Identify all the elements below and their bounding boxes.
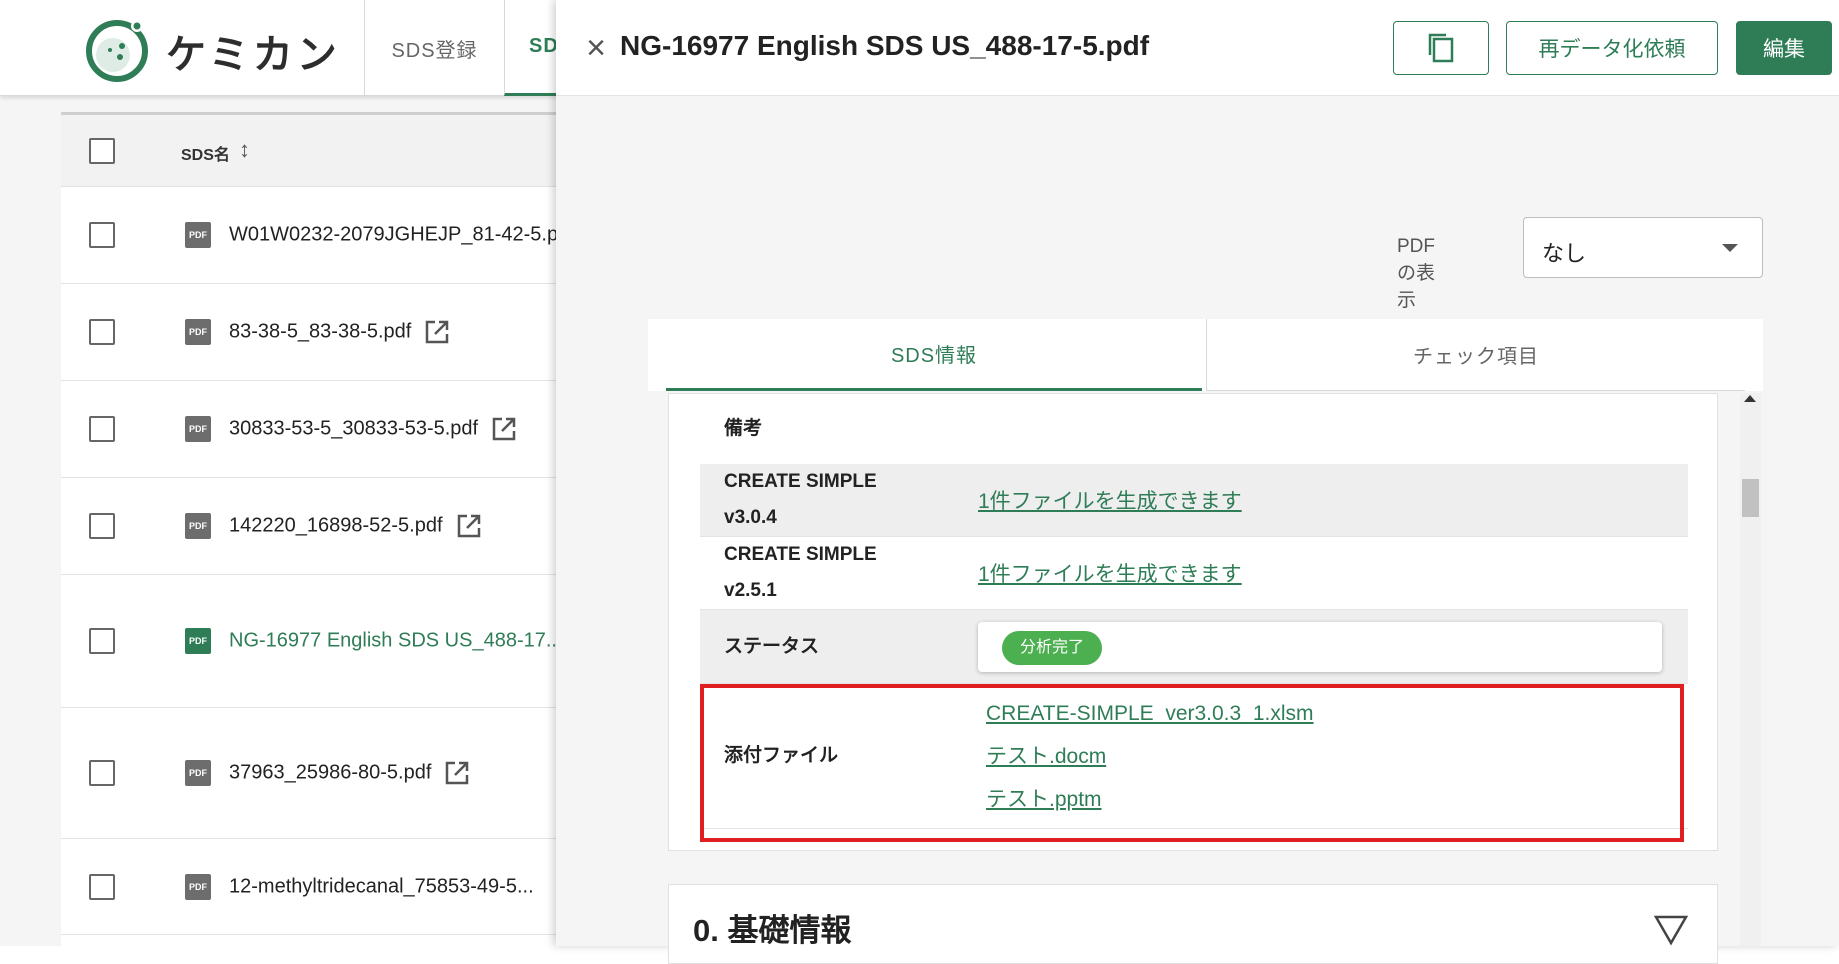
sds-file-name[interactable]: 142220_16898-52-5.pdf: [229, 512, 483, 540]
pdf-file-icon: PDF: [185, 513, 211, 539]
open-external-icon[interactable]: [443, 759, 471, 787]
remarks-label: 備考: [724, 418, 763, 439]
open-external-icon[interactable]: [455, 512, 483, 540]
sds-file-name[interactable]: 83-38-5_83-38-5.pdf: [229, 318, 451, 346]
table-row[interactable]: PDF 37963_25986-80-5.pdf: [61, 708, 556, 839]
sds-file-name-text[interactable]: NG-16977 English SDS US_488-17...: [229, 630, 559, 652]
expand-triangle-icon[interactable]: [1653, 913, 1689, 947]
sds-file-name[interactable]: 12-methyltridecanal_75853-49-5...: [229, 875, 534, 898]
table-header: SDS名 ↕: [61, 115, 556, 187]
pdf-display-label: PDFの表示: [1397, 236, 1436, 311]
basic-info-section: 0. 基礎情報: [668, 884, 1718, 964]
app-header: ケミカン SDS登録 SD: [0, 0, 594, 96]
sds-file-name-text[interactable]: 142220_16898-52-5.pdf: [229, 514, 443, 536]
table-row[interactable]: PDF W01W0232-2079JGHEJP_81-42-5.pdf: [61, 187, 559, 284]
kemikan-logo-icon: [86, 20, 148, 82]
open-external-icon[interactable]: [490, 415, 518, 443]
status-label: ステータス: [724, 635, 820, 657]
remarks-row: 備考: [700, 394, 1688, 464]
create-simple-v304-row: CREATE SIMPLE v3.0.4 1件ファイルを生成できます: [700, 464, 1688, 537]
drawer-title: NG-16977 English SDS US_488-17-5.pdf: [620, 30, 1150, 61]
tab-sds-register[interactable]: SDS登録: [364, 0, 504, 96]
close-button[interactable]: ×: [576, 28, 616, 68]
attachment-list: CREATE-SIMPLE_ver3.0.3_1.xlsm テスト.docm テ…: [986, 692, 1314, 821]
table-row[interactable]: PDF 83-38-5_83-38-5.pdf: [61, 284, 556, 381]
pdf-file-icon: PDF: [185, 222, 211, 248]
attachment-link[interactable]: テスト.pptm: [986, 778, 1314, 821]
attachment-link[interactable]: CREATE-SIMPLE_ver3.0.3_1.xlsm: [986, 692, 1314, 735]
row-checkbox[interactable]: [89, 222, 115, 248]
sds-info-card: 備考 CREATE SIMPLE v3.0.4 1件ファイルを生成できます CR…: [668, 393, 1718, 851]
re-datafication-request-button[interactable]: 再データ化依頼: [1506, 21, 1718, 75]
column-header-sds-name: SDS名: [181, 147, 230, 164]
attachments-row: 添付ファイル CREATE-SIMPLE_ver3.0.3_1.xlsm テスト…: [700, 684, 1688, 829]
sds-list-table: SDS名 ↕ PDF W01W0232-2079JGHEJP_81-42-5.p…: [61, 112, 559, 946]
pdf-file-icon: PDF: [185, 760, 211, 786]
pdf-file-icon: PDF: [185, 319, 211, 345]
scrollbar-thumb[interactable]: [1742, 479, 1759, 517]
attachment-link[interactable]: テスト.docm: [986, 735, 1314, 778]
row-checkbox[interactable]: [89, 873, 115, 900]
sds-file-name-text[interactable]: 83-38-5_83-38-5.pdf: [229, 320, 411, 342]
create-simple-v251-generate-link[interactable]: 1件ファイルを生成できます: [978, 558, 1242, 588]
sort-icon[interactable]: ↕: [239, 137, 250, 163]
row-checkbox[interactable]: [89, 513, 115, 539]
edit-button[interactable]: 編集: [1736, 21, 1832, 75]
sds-file-name[interactable]: 30833-53-5_30833-53-5.pdf: [229, 415, 518, 443]
detail-tabs: SDS情報 チェック項目: [648, 319, 1763, 391]
attachments-label: 添付ファイル: [724, 745, 839, 766]
create-simple-v251-row: CREATE SIMPLE v2.5.1 1件ファイルを生成できます: [700, 537, 1688, 610]
open-external-icon[interactable]: [423, 318, 451, 346]
tab-sds-info[interactable]: SDS情報: [666, 319, 1202, 391]
copy-icon: [1428, 33, 1454, 63]
select-all-checkbox[interactable]: [89, 138, 115, 164]
caret-down-icon: [1722, 244, 1738, 252]
copy-button[interactable]: [1393, 21, 1489, 75]
sds-file-name-text[interactable]: 37963_25986-80-5.pdf: [229, 761, 431, 783]
row-checkbox[interactable]: [89, 416, 115, 442]
pdf-file-icon: PDF: [185, 873, 211, 900]
sds-file-name[interactable]: W01W0232-2079JGHEJP_81-42-5.pdf: [229, 224, 559, 247]
scrollbar[interactable]: [1740, 393, 1761, 946]
row-checkbox[interactable]: [89, 628, 115, 654]
sds-file-name[interactable]: NG-16977 English SDS US_488-17...: [229, 630, 559, 653]
pdf-file-icon: PDF: [185, 628, 211, 654]
status-badge: 分析完了: [1002, 631, 1103, 665]
sds-file-name[interactable]: 37963_25986-80-5.pdf: [229, 759, 471, 787]
table-row-selected[interactable]: PDF NG-16977 English SDS US_488-17...: [61, 575, 559, 708]
table-row[interactable]: PDF 142220_16898-52-5.pdf: [61, 478, 556, 575]
pdf-display-value: なし: [1542, 241, 1587, 266]
status-row: ステータス 分析完了: [700, 610, 1688, 684]
table-row[interactable]: PDF 12-methyltridecanal_75853-49-5...: [61, 839, 556, 935]
status-field: 分析完了: [978, 622, 1662, 672]
sds-file-name-text[interactable]: 12-methyltridecanal_75853-49-5...: [229, 875, 534, 897]
section-title: 0. 基礎情報: [693, 913, 852, 948]
row-checkbox[interactable]: [89, 760, 115, 786]
pdf-file-icon: PDF: [185, 416, 211, 442]
pdf-display-select[interactable]: なし: [1523, 217, 1763, 278]
create-simple-v251-label: CREATE SIMPLE v2.5.1: [724, 544, 877, 601]
tab-check-items[interactable]: チェック項目: [1206, 319, 1745, 391]
scroll-up-arrow-icon[interactable]: [1744, 395, 1756, 402]
table-row[interactable]: PDF 30833-53-5_30833-53-5.pdf: [61, 381, 556, 478]
create-simple-v304-generate-link[interactable]: 1件ファイルを生成できます: [978, 485, 1242, 515]
sds-file-name-text[interactable]: W01W0232-2079JGHEJP_81-42-5.pdf: [229, 224, 559, 246]
row-checkbox[interactable]: [89, 319, 115, 345]
create-simple-v304-label: CREATE SIMPLE v3.0.4: [724, 471, 877, 528]
logo-text: ケミカン: [166, 32, 341, 78]
sds-file-name-text[interactable]: 30833-53-5_30833-53-5.pdf: [229, 417, 478, 439]
